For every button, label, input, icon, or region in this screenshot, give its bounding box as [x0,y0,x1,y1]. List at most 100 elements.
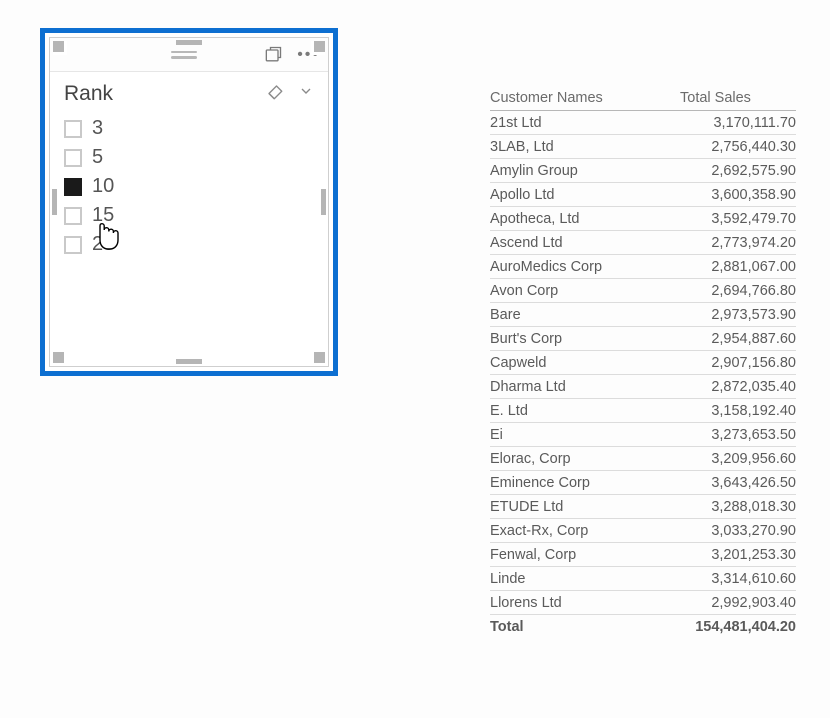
column-header-customer[interactable]: Customer Names [490,90,680,106]
cell-total-sales: 3,288,018.30 [680,499,796,515]
table-row[interactable]: Fenwal, Corp3,201,253.30 [490,543,796,567]
cell-customer-name: AuroMedics Corp [490,259,680,275]
slicer-item-label: 20 [92,233,114,256]
table-row[interactable]: Llorens Ltd2,992,903.40 [490,591,796,615]
table-row[interactable]: AuroMedics Corp2,881,067.00 [490,255,796,279]
focus-mode-icon[interactable] [263,45,283,65]
cell-customer-name: ETUDE Ltd [490,499,680,515]
cell-total-sales: 3,643,426.50 [680,475,796,491]
slicer-visual-frame[interactable]: ••• Rank 35101520 [40,28,338,376]
table-row[interactable]: Amylin Group2,692,575.90 [490,159,796,183]
table-total-row: Total 154,481,404.20 [490,615,796,635]
resize-handle-bl[interactable] [53,349,67,363]
cell-customer-name: Exact-Rx, Corp [490,523,680,539]
table-row[interactable]: 21st Ltd3,170,111.70 [490,111,796,135]
cell-customer-name: 3LAB, Ltd [490,139,680,155]
cell-customer-name: Burt's Corp [490,331,680,347]
slicer-title-row: Rank [50,72,328,112]
cell-total-sales: 3,314,610.60 [680,571,796,587]
table-row[interactable]: Dharma Ltd2,872,035.40 [490,375,796,399]
slicer-checkbox[interactable] [64,236,82,254]
cell-customer-name: Avon Corp [490,283,680,299]
cell-customer-name: Llorens Ltd [490,595,680,611]
slicer-checkbox[interactable] [64,149,82,167]
table-row[interactable]: Burt's Corp2,954,887.60 [490,327,796,351]
table-row[interactable]: Eminence Corp3,643,426.50 [490,471,796,495]
cell-total-sales: 3,033,270.90 [680,523,796,539]
column-header-sales[interactable]: Total Sales [680,90,796,106]
table-row[interactable]: Linde3,314,610.60 [490,567,796,591]
cell-customer-name: Bare [490,307,680,323]
slicer-item[interactable]: 5 [64,143,314,172]
resize-handle-tl[interactable] [53,41,67,55]
slicer-checkbox[interactable] [64,207,82,225]
cell-customer-name: Ei [490,427,680,443]
cell-total-sales: 2,907,156.80 [680,355,796,371]
slicer-title: Rank [64,82,113,106]
eraser-icon[interactable] [266,83,284,106]
table-row[interactable]: ETUDE Ltd3,288,018.30 [490,495,796,519]
cell-total-sales: 3,273,653.50 [680,427,796,443]
resize-handle-tr[interactable] [311,41,325,55]
table-row[interactable]: Avon Corp2,694,766.80 [490,279,796,303]
table-row[interactable]: Ascend Ltd2,773,974.20 [490,231,796,255]
cell-customer-name: Capweld [490,355,680,371]
cell-total-sales: 3,201,253.30 [680,547,796,563]
slicer-item-label: 5 [92,146,103,169]
cell-total-sales: 3,170,111.70 [680,115,796,131]
resize-handle-t[interactable] [176,40,202,45]
slicer-item-label: 3 [92,117,103,140]
cell-total-sales: 2,773,974.20 [680,235,796,251]
table-row[interactable]: Elorac, Corp3,209,956.60 [490,447,796,471]
cell-total-sales: 2,881,067.00 [680,259,796,275]
cell-total-sales: 3,600,358.90 [680,187,796,203]
cell-customer-name: Apollo Ltd [490,187,680,203]
slicer-visual-inner: ••• Rank 35101520 [49,37,329,367]
slicer-item[interactable]: 20 [64,230,314,259]
cell-total-sales: 3,209,956.60 [680,451,796,467]
table-row[interactable]: Exact-Rx, Corp3,033,270.90 [490,519,796,543]
cell-total-sales: 2,973,573.90 [680,307,796,323]
table-row[interactable]: Apollo Ltd3,600,358.90 [490,183,796,207]
resize-handle-b[interactable] [176,359,202,364]
cell-customer-name: Apotheca, Ltd [490,211,680,227]
table-body: 21st Ltd3,170,111.703LAB, Ltd2,756,440.3… [490,111,796,615]
chevron-down-icon[interactable] [298,83,314,106]
cell-total-sales: 2,992,903.40 [680,595,796,611]
resize-handle-br[interactable] [311,349,325,363]
slicer-item[interactable]: 15 [64,201,314,230]
table-row[interactable]: Capweld2,907,156.80 [490,351,796,375]
drag-grip-icon[interactable] [171,51,197,59]
cell-customer-name: 21st Ltd [490,115,680,131]
resize-handle-l[interactable] [52,189,57,215]
table-row[interactable]: E. Ltd3,158,192.40 [490,399,796,423]
cell-customer-name: Ascend Ltd [490,235,680,251]
resize-handle-r[interactable] [321,189,326,215]
cell-total-sales: 2,756,440.30 [680,139,796,155]
sales-table: Customer Names Total Sales 21st Ltd3,170… [490,90,796,635]
slicer-item[interactable]: 10 [64,172,314,201]
slicer-checkbox[interactable] [64,120,82,138]
cell-customer-name: Dharma Ltd [490,379,680,395]
cell-customer-name: Elorac, Corp [490,451,680,467]
total-label: Total [490,619,666,635]
cell-customer-name: Amylin Group [490,163,680,179]
cell-total-sales: 3,158,192.40 [680,403,796,419]
cell-customer-name: Linde [490,571,680,587]
cell-customer-name: E. Ltd [490,403,680,419]
slicer-checkbox[interactable] [64,178,82,196]
cell-total-sales: 2,692,575.90 [680,163,796,179]
cell-total-sales: 2,872,035.40 [680,379,796,395]
cell-total-sales: 3,592,479.70 [680,211,796,227]
slicer-item-label: 15 [92,204,114,227]
cell-total-sales: 2,954,887.60 [680,331,796,347]
cell-total-sales: 2,694,766.80 [680,283,796,299]
table-row[interactable]: Apotheca, Ltd3,592,479.70 [490,207,796,231]
slicer-item[interactable]: 3 [64,114,314,143]
slicer-item-label: 10 [92,175,114,198]
table-row[interactable]: Ei3,273,653.50 [490,423,796,447]
table-row[interactable]: 3LAB, Ltd2,756,440.30 [490,135,796,159]
table-row[interactable]: Bare2,973,573.90 [490,303,796,327]
cell-customer-name: Eminence Corp [490,475,680,491]
table-header: Customer Names Total Sales [490,90,796,111]
